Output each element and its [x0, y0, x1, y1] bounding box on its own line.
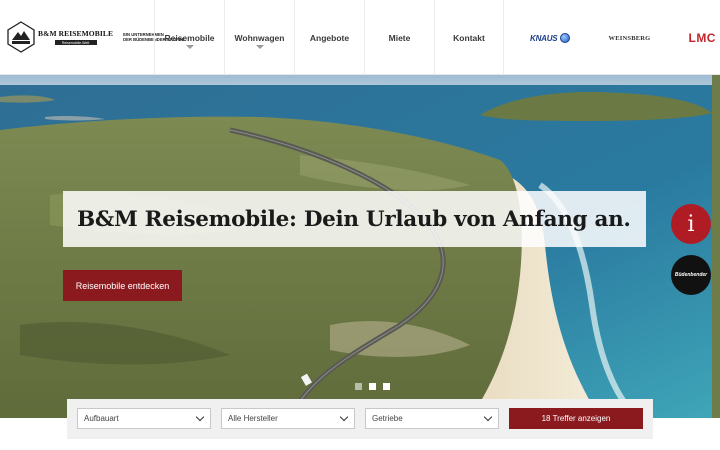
site-header: B&M REISEMOBILE Reisemobile-Welt EIN UNT…: [0, 0, 720, 75]
nav-item-wohnwagen[interactable]: Wohnwagen: [224, 0, 294, 75]
headline-box: B&M Reisemobile: Dein Urlaub von Anfang …: [63, 191, 646, 247]
nav-label: Miete: [388, 32, 411, 43]
aufbauart-select[interactable]: Aufbauart: [77, 408, 211, 429]
nav-label: Reisemobile: [164, 32, 215, 43]
slider-dot[interactable]: [355, 383, 362, 390]
knaus-logo[interactable]: KNAUS: [530, 33, 571, 43]
chevron-down-icon: [195, 412, 205, 422]
chevron-down-icon: [255, 45, 264, 49]
chevron-down-icon: [483, 412, 493, 422]
globe-icon: [560, 33, 571, 43]
nav-label: Angebote: [309, 32, 350, 43]
chevron-down-icon: [339, 412, 349, 422]
hersteller-select[interactable]: Alle Hersteller: [221, 408, 355, 429]
slider-dots: [355, 383, 390, 390]
info-icon[interactable]: i: [671, 204, 711, 244]
brand-logo[interactable]: B&M REISEMOBILE Reisemobile-Welt EIN UNT…: [6, 18, 185, 56]
main-nav: Reisemobile Wohnwagen Angebote Miete Kon…: [154, 0, 504, 75]
lmc-logo[interactable]: LMC: [688, 32, 716, 44]
chevron-down-icon: [185, 45, 194, 49]
nav-item-reisemobile[interactable]: Reisemobile: [154, 0, 224, 75]
nav-item-miete[interactable]: Miete: [364, 0, 434, 75]
nav-label: Wohnwagen: [234, 32, 285, 43]
slider-dot[interactable]: [383, 383, 390, 390]
vehicle-filter-bar: Aufbauart Alle Hersteller Getriebe 18 Tr…: [67, 399, 653, 439]
hero-headline: B&M Reisemobile: Dein Urlaub von Anfang …: [77, 206, 631, 232]
logo-name: B&M REISEMOBILE: [38, 29, 114, 38]
slider-dot-active[interactable]: [369, 383, 376, 390]
show-results-button[interactable]: 18 Treffer anzeigen: [509, 408, 643, 429]
nav-item-kontakt[interactable]: Kontakt: [434, 0, 504, 75]
budenbender-badge[interactable]: Büdenbender: [671, 255, 711, 295]
nav-label: Kontakt: [453, 32, 485, 43]
nav-item-angebote[interactable]: Angebote: [294, 0, 364, 75]
discover-motorhomes-button[interactable]: Reisemobile entdecken: [63, 270, 182, 301]
logo-bar: Reisemobile-Welt: [54, 40, 97, 45]
mountain-badge-icon: [6, 20, 36, 54]
getriebe-select[interactable]: Getriebe: [365, 408, 499, 429]
hero-banner: B&M Reisemobile: Dein Urlaub von Anfang …: [0, 75, 720, 418]
brand-logos: KNAUS WEINSBERG LMC: [530, 26, 716, 50]
weinsberg-logo[interactable]: WEINSBERG: [609, 35, 651, 42]
